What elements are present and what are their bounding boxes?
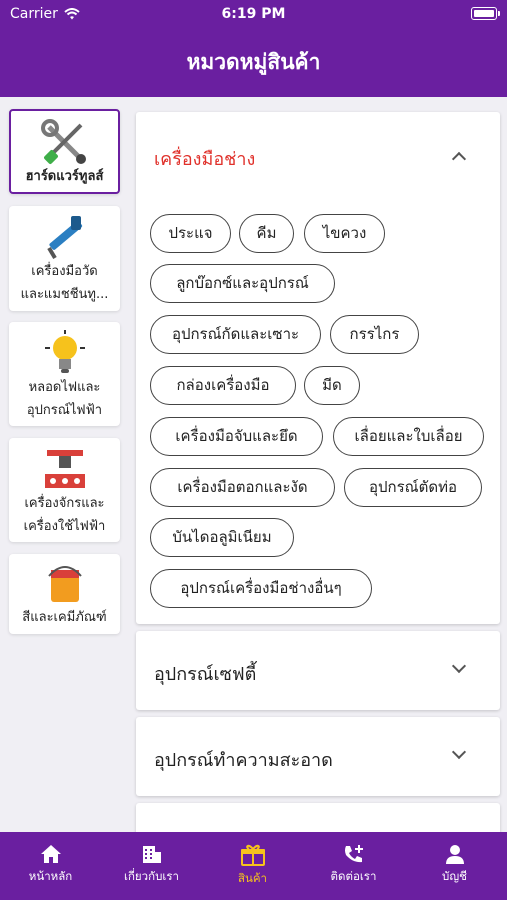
tab-about[interactable]: เกี่ยวกับเรา (101, 832, 202, 900)
chip-saws[interactable]: เลื่อยและใบเลื่อย (333, 417, 484, 456)
chip-hammers[interactable]: เครื่องมือตอกและงัด (150, 468, 335, 507)
tab-home[interactable]: หน้าหลัก (0, 832, 101, 900)
tab-label: ติดต่อเรา (330, 869, 377, 883)
tools-icon (40, 119, 86, 164)
chip-cutting-tools[interactable]: อุปกรณ์กัดและเซาะ (150, 315, 321, 354)
lightbulb-icon (44, 330, 85, 373)
section-title[interactable]: เครื่องมือช่าง (154, 144, 255, 173)
tab-label: หน้าหลัก (28, 869, 73, 883)
section-hand-tools: เครื่องมือช่าง ประแจ คีม ไขควง ลูกบ๊อกซ์… (136, 112, 500, 624)
sidebar-item-hardware-tools[interactable]: ฮาร์ดแวร์ทูลส์ (9, 109, 120, 194)
chevron-up-icon[interactable] (451, 151, 467, 167)
tab-contact[interactable]: ติดต่อเรา (303, 832, 404, 900)
chip-screwdriver[interactable]: ไขควง (304, 214, 385, 253)
tab-account[interactable]: บัญชี (404, 832, 505, 900)
chip-knife[interactable]: มีด (304, 366, 360, 405)
sidebar-item-label: สีและเคมีภัณฑ์ (22, 610, 107, 625)
tab-label: บัญชี (442, 869, 467, 883)
chip-toolbox[interactable]: กล่องเครื่องมือ (150, 366, 296, 405)
chip-scissors[interactable]: กรรไกร (330, 315, 419, 354)
caliper-icon (46, 216, 82, 260)
sidebar-item-label: เครื่องมือวัด (31, 264, 98, 279)
tab-label: เกี่ยวกับเรา (124, 869, 179, 883)
sidebar-item-label-2: อุปกรณ์ไฟฟ้า (26, 403, 103, 418)
chip-other-tools[interactable]: อุปกรณ์เครื่องมือช่างอื่นๆ (150, 569, 372, 608)
sidebar-item-label-2: เครื่องใช้ไฟฟ้า (23, 519, 106, 534)
status-bar: Carrier 6:19 PM (0, 0, 507, 28)
paint-bucket-icon (47, 566, 82, 602)
phone-add-icon (344, 845, 363, 863)
chip-pipe-cutters[interactable]: อุปกรณ์ตัดท่อ (344, 468, 482, 507)
sidebar-item-lighting[interactable]: หลอดไฟและ อุปกรณ์ไฟฟ้า (9, 322, 120, 426)
chevron-down-icon (451, 744, 467, 760)
section-cleaning[interactable]: อุปกรณ์ทำความสะอาด (136, 717, 500, 796)
section-safety[interactable]: อุปกรณ์เซฟตี้ (136, 631, 500, 710)
battery-icon (471, 7, 500, 20)
sidebar-item-paint-chemicals[interactable]: สีและเคมีภัณฑ์ (9, 554, 120, 634)
person-icon (445, 845, 464, 864)
sidebar-item-label: เครื่องจักรและ (24, 496, 105, 511)
sidebar-item-label: ฮาร์ดแวร์ทูลส์ (25, 169, 104, 184)
building-icon (142, 846, 161, 863)
sidebar-item-label-2: และแมชชีนทู... (20, 287, 109, 302)
app-header: Carrier 6:19 PM หมวดหมู่สินค้า (0, 0, 507, 97)
sidebar-item-measuring-tools[interactable]: เครื่องมือวัด และแมชชีนทู... (9, 206, 120, 311)
chip-wrench[interactable]: ประแจ (150, 214, 231, 253)
section-title: อุปกรณ์เซฟตี้ (154, 664, 257, 685)
bottom-tab-bar: หน้าหลัก เกี่ยวกับเรา สินค้า ติดต่อเรา บ… (0, 832, 507, 900)
home-icon (40, 845, 61, 863)
chip-clamps[interactable]: เครื่องมือจับและยึด (150, 417, 323, 456)
chip-pliers[interactable]: คีม (239, 214, 294, 253)
category-sidebar: ฮาร์ดแวร์ทูลส์ เครื่องมือวัด และแมชชีนทู… (0, 97, 128, 832)
machine-icon (44, 450, 85, 488)
chevron-down-icon (451, 658, 467, 674)
tab-label: สินค้า (237, 871, 268, 885)
tab-products[interactable]: สินค้า (202, 832, 303, 900)
sidebar-item-machinery[interactable]: เครื่องจักรและ เครื่องใช้ไฟฟ้า (9, 438, 120, 542)
status-time: 6:19 PM (221, 6, 286, 22)
sidebar-item-label: หลอดไฟและ (28, 380, 101, 395)
page-title: หมวดหมู่สินค้า (186, 50, 321, 74)
gift-box-icon (240, 844, 265, 866)
section-title: อุปกรณ์ทำความสะอาด (154, 750, 333, 771)
chip-ladder[interactable]: บันไดอลูมิเนียม (150, 518, 294, 557)
chip-sockets[interactable]: ลูกบ๊อกซ์และอุปกรณ์ (150, 264, 335, 303)
